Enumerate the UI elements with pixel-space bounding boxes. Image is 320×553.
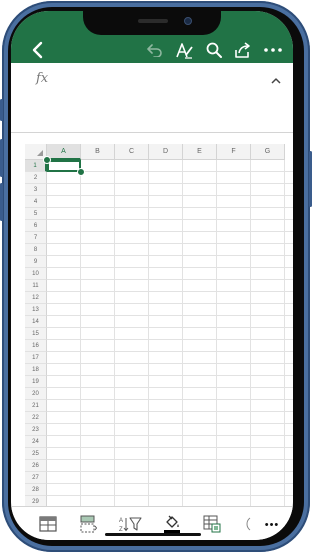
formula-bar[interactable]: fx	[11, 63, 293, 133]
column-header-a[interactable]: A	[47, 144, 81, 160]
more-options-label: •••	[264, 519, 280, 531]
row-header-5[interactable]: 5	[25, 208, 47, 220]
column-header-b[interactable]: B	[81, 144, 115, 160]
more-options-button[interactable]: •••	[259, 513, 285, 537]
mute-switch	[0, 99, 3, 121]
row-header-14[interactable]: 14	[25, 316, 47, 328]
text-edit-icon[interactable]	[175, 41, 195, 59]
svg-text:A: A	[119, 518, 123, 524]
column-header-c[interactable]: C	[115, 144, 149, 160]
cell-grid[interactable]	[47, 160, 293, 520]
fx-label: fx	[36, 71, 49, 86]
row-header-15[interactable]: 15	[25, 328, 47, 340]
column-header-f[interactable]: F	[217, 144, 251, 160]
row-header-18[interactable]: 18	[25, 364, 47, 376]
fill-color-icon[interactable]	[161, 513, 183, 535]
sort-filter-icon[interactable]: AZ	[117, 513, 143, 535]
row-header-4[interactable]: 4	[25, 196, 47, 208]
more-icon	[243, 513, 253, 535]
format-table-icon[interactable]	[201, 513, 223, 535]
notch	[83, 11, 221, 35]
row-header-24[interactable]: 24	[25, 436, 47, 448]
row-header-13[interactable]: 13	[25, 304, 47, 316]
undo-icon[interactable]	[146, 41, 164, 59]
app-screen: fx A B C D E F G 1 2 3 4 5 6 7 8 9 10 11…	[11, 11, 293, 540]
more-horizontal-icon[interactable]	[263, 41, 283, 59]
app-toolbar	[11, 11, 293, 63]
selection-handle-bottom-right[interactable]	[77, 168, 85, 176]
row-header-9[interactable]: 9	[25, 256, 47, 268]
column-header-e[interactable]: E	[183, 144, 217, 160]
row-header-21[interactable]: 21	[25, 400, 47, 412]
row-header-19[interactable]: 19	[25, 376, 47, 388]
selected-cell-a1[interactable]	[47, 160, 81, 172]
row-header-12[interactable]: 12	[25, 292, 47, 304]
volume-down-button	[0, 183, 3, 221]
bottom-toolbar: AZ •••	[11, 506, 293, 540]
front-camera	[184, 17, 192, 25]
row-header-28[interactable]: 28	[25, 484, 47, 496]
home-indicator	[105, 533, 201, 536]
chevron-up-icon[interactable]	[271, 71, 281, 89]
row-header-8[interactable]: 8	[25, 244, 47, 256]
table-icon[interactable]	[37, 513, 59, 535]
column-header-g[interactable]: G	[251, 144, 285, 160]
row-header-26[interactable]: 26	[25, 460, 47, 472]
row-header-25[interactable]: 25	[25, 448, 47, 460]
search-icon[interactable]	[205, 41, 223, 59]
row-header-10[interactable]: 10	[25, 268, 47, 280]
power-button	[309, 151, 312, 207]
row-header-16[interactable]: 16	[25, 340, 47, 352]
row-header-7[interactable]: 7	[25, 232, 47, 244]
row-header-17[interactable]: 17	[25, 352, 47, 364]
selection-handle-top-left[interactable]	[43, 156, 51, 164]
row-header-6[interactable]: 6	[25, 220, 47, 232]
row-header-27[interactable]: 27	[25, 472, 47, 484]
chevron-left-icon[interactable]	[29, 41, 45, 59]
row-header-3[interactable]: 3	[25, 184, 47, 196]
row-header-20[interactable]: 20	[25, 388, 47, 400]
volume-up-button	[0, 139, 3, 177]
column-header-d[interactable]: D	[149, 144, 183, 160]
insert-cells-icon[interactable]	[77, 513, 99, 535]
row-header-11[interactable]: 11	[25, 280, 47, 292]
row-header-2[interactable]: 2	[25, 172, 47, 184]
row-header-23[interactable]: 23	[25, 424, 47, 436]
speaker	[138, 19, 168, 23]
share-icon[interactable]	[233, 41, 253, 59]
row-header-22[interactable]: 22	[25, 412, 47, 424]
